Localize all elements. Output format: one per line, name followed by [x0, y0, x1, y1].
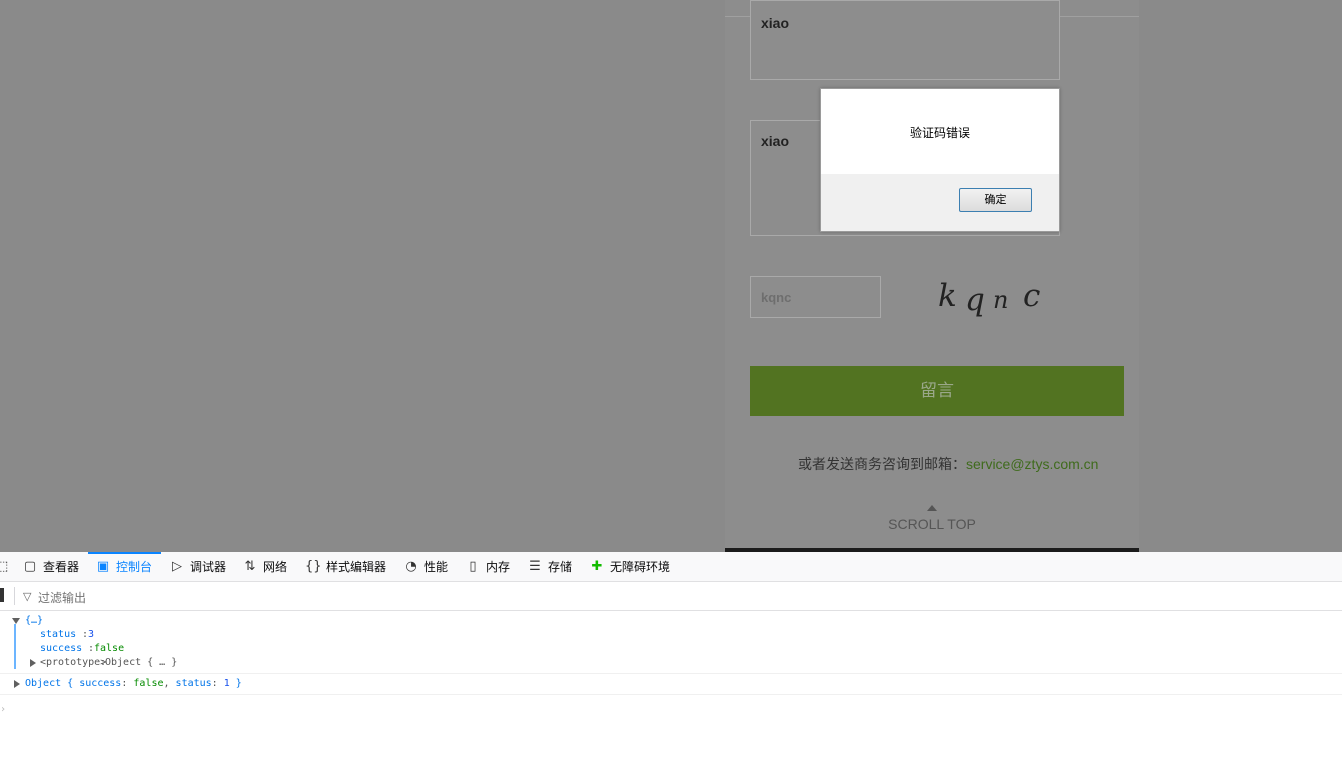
tab-style-editor[interactable]: {} 样式编辑器 — [305, 552, 386, 581]
property-key: success — [79, 678, 122, 689]
tab-label: 样式编辑器 — [326, 560, 387, 574]
pick-element-icon: ⬚ — [0, 558, 9, 574]
property-key: status — [40, 629, 77, 640]
expand-arrow-icon[interactable] — [30, 659, 36, 667]
pick-element-button[interactable]: ⬚ — [0, 552, 8, 581]
browser-viewport: xiao xiao kqnc k q n c 留言 或者发送商务咨询到邮箱：se… — [0, 0, 1342, 552]
captcha-char: c — [1023, 278, 1041, 314]
captcha-char: q — [965, 282, 985, 318]
tab-memory[interactable]: ▯ 内存 — [465, 552, 510, 581]
entry-divider — [0, 694, 1342, 695]
network-icon: ⇅ — [244, 558, 256, 574]
property-key: success — [40, 643, 83, 654]
captcha-char: k — [938, 278, 957, 314]
tab-debugger[interactable]: ▷ 调试器 — [169, 552, 226, 581]
contact-email-link[interactable]: service@ztys.com.cn — [966, 456, 1098, 472]
tab-label: 调试器 — [190, 560, 227, 574]
captcha-input-value: kqnc — [761, 290, 792, 305]
tab-label: 内存 — [486, 560, 511, 574]
object-summary[interactable]: {…} — [25, 615, 43, 626]
name-field[interactable]: xiao — [750, 0, 1060, 80]
console-icon: ▣ — [96, 558, 110, 574]
tab-label: 性能 — [424, 560, 449, 574]
captcha-char: n — [993, 286, 1009, 314]
object-prefix: Object { — [25, 678, 80, 689]
tab-label: 存储 — [548, 560, 573, 574]
tab-label: 无障碍环境 — [610, 560, 671, 574]
captcha-image[interactable]: k q n c — [935, 276, 1045, 320]
message-form-column: xiao xiao kqnc k q n c 留言 或者发送商务咨询到邮箱：se… — [725, 0, 1139, 552]
filter-output-input[interactable]: 过滤输出 — [38, 589, 86, 606]
property-colon: : — [121, 678, 134, 689]
property-value: Object { … } — [105, 657, 178, 668]
contact-line: 或者发送商务咨询到邮箱：service@ztys.com.cn — [798, 454, 1098, 474]
expanded-guide-line — [14, 624, 16, 669]
property-value: 3 — [88, 629, 95, 640]
expand-arrow-icon[interactable] — [14, 680, 20, 688]
console-filter-bar: ▽ 过滤输出 — [0, 582, 1342, 611]
accessibility-icon: ✚ — [591, 558, 603, 574]
entry-divider — [0, 673, 1342, 674]
property-key: status — [175, 678, 212, 689]
object-suffix: } — [229, 678, 242, 689]
console-input-prompt[interactable]: › — [0, 704, 6, 715]
performance-icon: ◔ — [405, 558, 417, 574]
active-tab-underline — [88, 552, 161, 554]
property-key: <prototype> — [40, 657, 107, 668]
tab-label: 网络 — [263, 560, 288, 574]
tab-performance[interactable]: ◔ 性能 — [403, 552, 448, 581]
tab-inspector[interactable]: ▢ 查看器 — [22, 552, 79, 581]
inspector-icon: ▢ — [23, 558, 37, 574]
alert-dialog: 验证码错误 确定 — [820, 88, 1060, 232]
tab-label: 控制台 — [116, 560, 153, 574]
alert-ok-button[interactable]: 确定 — [959, 188, 1032, 212]
debugger-icon: ▷ — [172, 558, 182, 574]
filter-icon: ▽ — [23, 590, 32, 603]
name-field-value: xiao — [761, 15, 790, 31]
scroll-top-label: SCROLL TOP — [888, 516, 976, 532]
style-editor-icon: {} — [305, 558, 322, 574]
memory-icon: ▯ — [469, 558, 477, 574]
tab-storage[interactable]: ☰ 存储 — [527, 552, 572, 581]
contact-text: 或者发送商务咨询到邮箱： — [798, 456, 966, 472]
property-value: false — [94, 643, 125, 654]
toolbar-separator — [14, 587, 15, 605]
alert-message-area: 验证码错误 — [821, 89, 1059, 174]
captcha-input[interactable]: kqnc — [750, 276, 881, 318]
scroll-top-button[interactable]: SCROLL TOP — [872, 505, 992, 532]
tab-label: 查看器 — [43, 560, 80, 574]
submit-message-button[interactable]: 留言 — [750, 366, 1124, 416]
devtools-panel: ⬚ ▢ 查看器 ▣ 控制台 ▷ 调试器 ⇅ 网络 {} 样式编辑器 ◔ 性能 ▯ 内存 ☰ 存储… — [0, 552, 1342, 782]
devtools-tabbar: ⬚ ▢ 查看器 ▣ 控制台 ▷ 调试器 ⇅ 网络 {} 样式编辑器 ◔ 性能 ▯ 内存 ☰ 存储… — [0, 552, 1342, 582]
clear-console-icon[interactable] — [0, 588, 4, 602]
property-comma: , — [163, 678, 176, 689]
arrow-up-icon — [927, 505, 937, 511]
tab-network[interactable]: ⇅ 网络 — [242, 552, 287, 581]
tab-accessibility[interactable]: ✚ 无障碍环境 — [589, 552, 670, 581]
property-colon: : — [211, 678, 224, 689]
alert-message: 验证码错误 — [909, 126, 970, 140]
property-value: false — [133, 678, 164, 689]
tab-console[interactable]: ▣ 控制台 — [95, 552, 152, 581]
storage-icon: ☰ — [529, 558, 541, 574]
message-textarea-value: xiao — [761, 133, 790, 149]
object-inline-summary: Object { success: false, status: 1 } — [25, 678, 242, 689]
